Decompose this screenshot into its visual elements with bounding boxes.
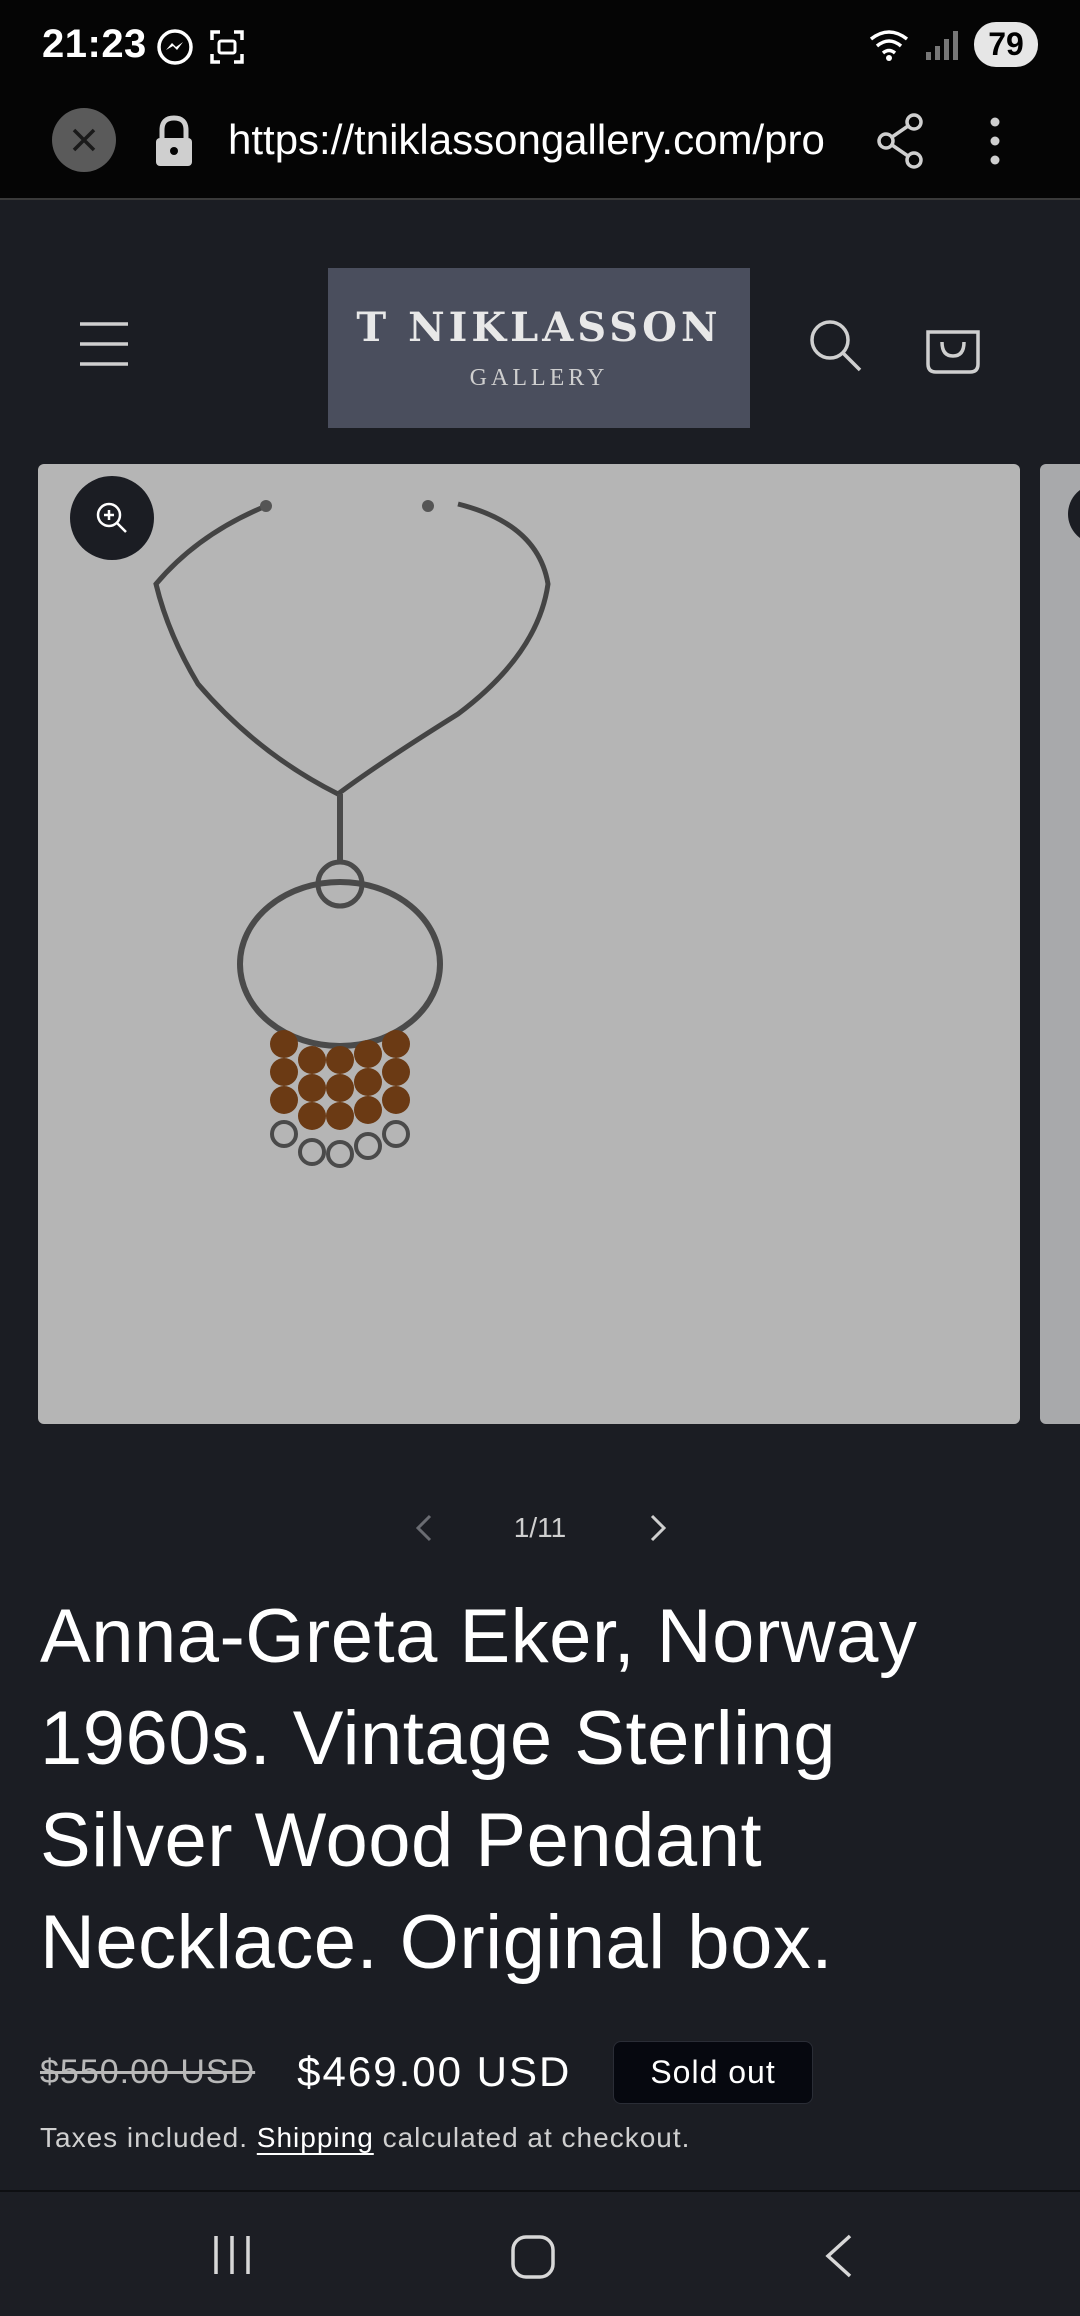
product-gallery <box>0 464 1080 1424</box>
share-icon[interactable] <box>874 112 928 170</box>
status-bar: 21:23 79 <box>0 0 1080 96</box>
system-nav-bar <box>0 2190 1080 2316</box>
slide-counter: 1/11 <box>513 1512 567 1543</box>
status-time: 21:23 <box>42 22 147 66</box>
logo-sub-text: GALLERY <box>469 365 609 391</box>
bead-strands <box>270 1030 410 1168</box>
slider-controls: 1/11 <box>0 1500 1080 1560</box>
chevron-left-icon[interactable] <box>410 1512 438 1544</box>
necklace-image <box>153 500 551 1168</box>
signal-icon <box>926 30 958 60</box>
more-options-icon[interactable] <box>980 112 1010 170</box>
close-tab-button[interactable] <box>52 108 116 172</box>
home-icon[interactable] <box>510 2234 556 2280</box>
status-icons-right: 79 <box>868 22 1038 67</box>
lock-icon[interactable] <box>152 114 196 170</box>
close-icon <box>72 128 96 152</box>
search-icon[interactable] <box>808 318 864 374</box>
taxes-suffix: calculated at checkout. <box>382 2122 691 2153</box>
next-image-preview[interactable] <box>1040 464 1080 1424</box>
price-row: $550.00 USD $469.00 USD Sold out <box>40 2040 813 2104</box>
recent-apps-icon[interactable] <box>210 2234 254 2276</box>
back-icon[interactable] <box>820 2232 856 2280</box>
product-title: Anna-Greta Eker, Norway 1960s. Vintage S… <box>40 1594 918 1985</box>
sold-out-badge: Sold out <box>613 2040 813 2104</box>
messenger-icon <box>157 29 193 65</box>
wifi-icon <box>869 29 909 61</box>
sale-price: $469.00 USD <box>297 2048 572 2095</box>
shipping-link[interactable]: Shipping <box>257 2122 374 2153</box>
logo-main-text: T NIKLASSON <box>356 304 722 351</box>
taxes-prefix: Taxes included. <box>40 2122 249 2153</box>
battery-indicator: 79 <box>974 22 1038 67</box>
zoom-in-icon <box>96 502 127 533</box>
status-icons-left <box>156 28 246 66</box>
product-image[interactable] <box>38 464 1020 1424</box>
hamburger-menu-icon[interactable] <box>78 320 130 368</box>
zoom-button[interactable] <box>70 476 154 560</box>
site-header: T NIKLASSON GALLERY <box>0 200 1080 464</box>
screenshot-icon <box>210 30 244 64</box>
url-bar[interactable]: https://tniklassongallery.com/pro <box>228 116 838 164</box>
cart-icon[interactable] <box>924 316 982 376</box>
taxes-note: Taxes included. Shipping calculated at c… <box>40 2122 690 2154</box>
site-logo[interactable]: T NIKLASSON GALLERY <box>328 268 750 428</box>
browser-toolbar: https://tniklassongallery.com/pro <box>0 96 1080 200</box>
regular-price: $550.00 USD <box>40 2052 256 2091</box>
chevron-right-icon[interactable] <box>644 1512 672 1544</box>
